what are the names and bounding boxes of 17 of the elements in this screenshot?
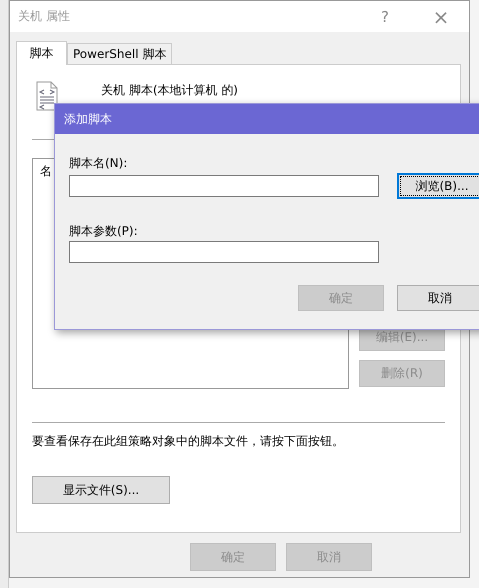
tab[interactable]: PowerShell 脚本 — [67, 43, 172, 64]
tab[interactable]: 脚本 — [16, 41, 67, 65]
dialog-button[interactable]: 取消 — [397, 285, 479, 311]
field-label: 脚本名(N): — [69, 155, 128, 172]
dialog-title: 添加脚本 — [64, 110, 112, 128]
field-label: 脚本参数(P): — [69, 223, 139, 240]
show-files-button[interactable]: 显示文件(S)... — [32, 476, 170, 504]
close-button[interactable]: × — [413, 2, 469, 32]
help-button[interactable]: ? — [357, 2, 413, 32]
window-title: 关机 属性 — [18, 8, 70, 25]
column-header[interactable]: 名 — [40, 164, 52, 178]
hint-text: 要查看保存在此组策略对象中的脚本文件，请按下面按钮。 — [32, 433, 345, 450]
script-file-icon — [36, 81, 58, 111]
input-field[interactable] — [69, 241, 379, 263]
script-heading: 关机 脚本(本地计算机 的) — [101, 83, 238, 98]
input-field[interactable] — [69, 175, 379, 197]
browse-button[interactable]: 浏览(B)... — [397, 173, 479, 199]
